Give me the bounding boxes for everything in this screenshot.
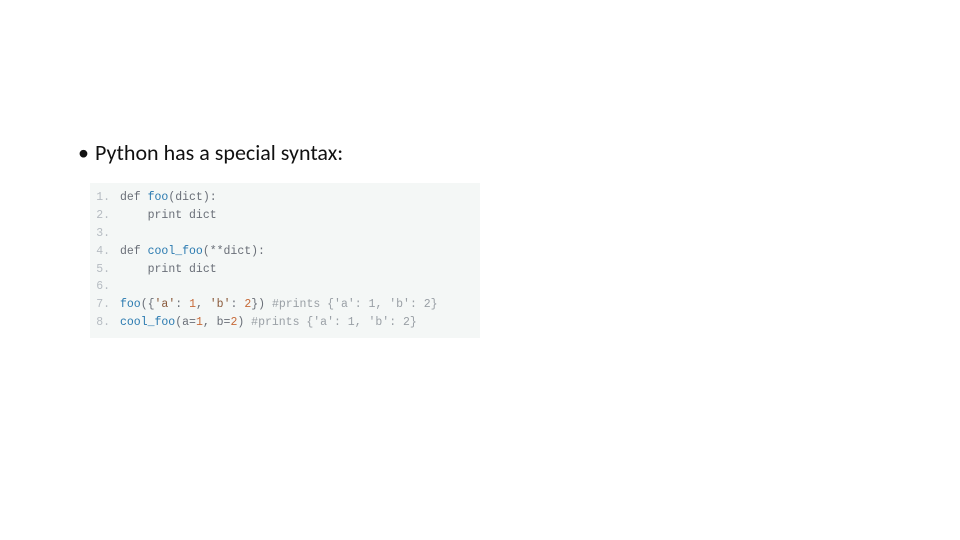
line-number: 5. bbox=[94, 261, 120, 279]
code-text: def foo(dict): bbox=[120, 189, 217, 207]
code-line: 7.foo({'a': 1, 'b': 2}) #prints {'a': 1,… bbox=[94, 296, 476, 314]
line-number: 3. bbox=[94, 225, 120, 243]
line-number: 7. bbox=[94, 296, 120, 314]
code-text: print dict bbox=[120, 207, 217, 225]
code-text: def cool_foo(**dict): bbox=[120, 243, 265, 261]
code-line: 3. bbox=[94, 225, 476, 243]
line-number: 2. bbox=[94, 207, 120, 225]
code-text: print dict bbox=[120, 261, 217, 279]
line-number: 1. bbox=[94, 189, 120, 207]
code-line: 8.cool_foo(a=1, b=2) #prints {'a': 1, 'b… bbox=[94, 314, 476, 332]
code-block: 1.def foo(dict):2. print dict3.4.def coo… bbox=[90, 183, 480, 338]
code-text: cool_foo(a=1, b=2) #prints {'a': 1, 'b':… bbox=[120, 314, 417, 332]
line-number: 8. bbox=[94, 314, 120, 332]
code-line: 1.def foo(dict): bbox=[94, 189, 476, 207]
code-text: foo({'a': 1, 'b': 2}) #prints {'a': 1, '… bbox=[120, 296, 438, 314]
line-number: 4. bbox=[94, 243, 120, 261]
slide: • Python has a special syntax: 1.def foo… bbox=[0, 0, 960, 540]
bullet-marker: • bbox=[78, 142, 89, 164]
bullet-item: • Python has a special syntax: bbox=[78, 140, 960, 165]
code-line: 5. print dict bbox=[94, 261, 476, 279]
code-line: 2. print dict bbox=[94, 207, 476, 225]
bullet-text: Python has a special syntax: bbox=[95, 140, 343, 165]
line-number: 6. bbox=[94, 278, 120, 296]
code-line: 4.def cool_foo(**dict): bbox=[94, 243, 476, 261]
code-line: 6. bbox=[94, 278, 476, 296]
